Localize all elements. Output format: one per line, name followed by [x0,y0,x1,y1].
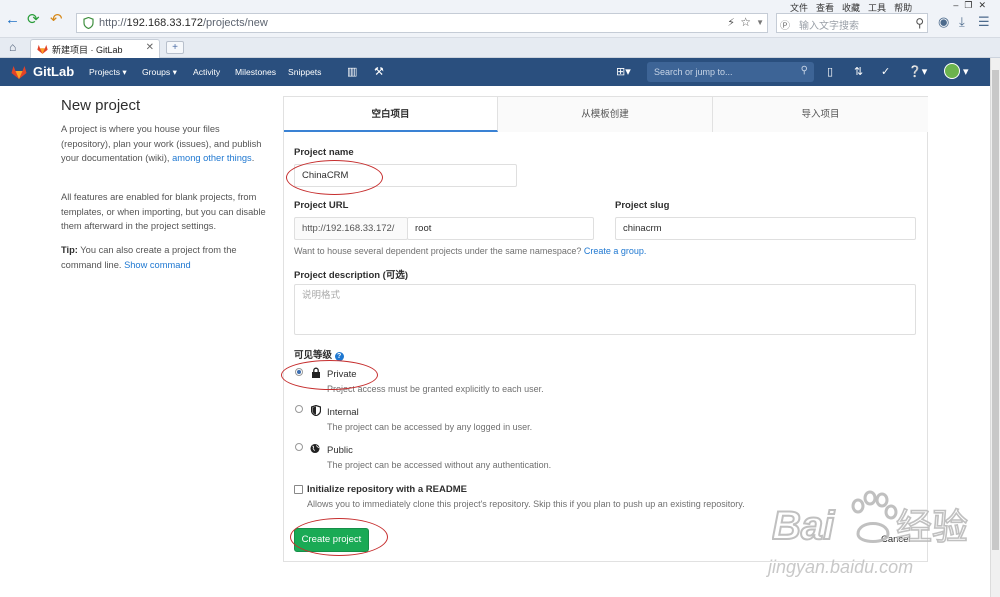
chevron-down-icon[interactable]: ▼ [756,18,764,27]
tab-blank-project[interactable]: 空白项目 [284,97,498,132]
star-icon[interactable]: ☆ [740,15,751,29]
undo-icon[interactable]: ↶ [50,12,63,27]
todo-icon[interactable]: ✓ [881,65,890,78]
project-name-label: Project name [294,147,354,158]
gitlab-favicon-icon [37,44,48,54]
window-controls[interactable]: –❐✕ [953,0,992,11]
shield-icon [83,17,94,29]
visibility-public-desc: The project can be accessed without any … [327,460,552,470]
visibility-public-label: Public [327,445,353,456]
project-url-label: Project URL [294,200,349,211]
readme-label: Initialize repository with a README [307,484,467,495]
new-tab-button[interactable]: + [166,41,184,54]
extension-icon[interactable]: ◉ [938,14,949,30]
url-text: http://192.168.33.172/projects/new [99,17,268,29]
scrollbar[interactable] [990,58,1000,597]
visibility-label: 可见等级 ? [294,347,344,361]
scroll-thumb[interactable] [992,70,999,550]
help-icon[interactable]: ❔▾ [908,65,927,78]
chevron-down-icon[interactable]: ▾ [963,65,969,78]
visibility-public-radio[interactable] [295,443,303,451]
intro-paragraph: A project is where you house your files … [61,124,262,163]
tab-title: 新建项目 · GitLab [52,45,123,55]
project-slug-label: Project slug [615,200,670,211]
lightning-icon[interactable]: ⚡︎ [727,16,735,29]
visibility-internal-label: Internal [327,407,359,418]
search-icon[interactable]: ⚲ [801,65,808,76]
gitlab-search-input[interactable]: Search or jump to... [654,67,733,77]
refresh-icon[interactable]: ⟳ [27,12,40,27]
close-icon[interactable]: ✕ [146,42,154,53]
menu-icon[interactable]: ☰ [978,14,990,30]
tip-paragraph: Tip: You can also create a project from … [61,245,237,270]
gitlab-logo-icon[interactable] [11,65,27,79]
help-icon[interactable]: ? [334,352,344,361]
lock-icon [312,367,320,378]
tab-import-project[interactable]: 导入项目 [713,97,928,132]
menu-item-help[interactable]: 帮助 [894,3,912,13]
address-bar[interactable]: http://192.168.33.172/projects/new ⚡︎ ☆ … [76,13,768,33]
namespace-hint: Want to house several dependent projects… [294,246,647,256]
restore-icon[interactable]: ❐ [964,0,978,10]
project-name-input[interactable]: ChinaCRM [294,164,517,187]
menu-item-view[interactable]: 查看 [816,3,834,13]
nav-groups[interactable]: Groups ▾ [142,67,177,78]
nav-snippets[interactable]: Snippets [288,67,321,77]
visibility-internal-desc: The project can be accessed by any logge… [327,422,533,432]
browser-search-input[interactable]: 输入文字搜索 [799,17,859,32]
menu-item-favorites[interactable]: 收藏 [842,3,860,13]
readme-desc: Allows you to immediately clone this pro… [307,499,745,509]
url-prefix: http://192.168.33.172/ [294,217,408,240]
nav-milestones[interactable]: Milestones [235,67,276,77]
wrench-icon[interactable]: ⚒ [374,65,384,78]
tab-from-template[interactable]: 从模板创建 [498,97,713,132]
search-engine-icon: Ⓟ [780,21,790,32]
gitlab-search[interactable]: Search or jump to... ⚲ [647,62,814,82]
visibility-private-desc: Project access must be granted explicitl… [327,384,544,394]
chart-icon[interactable]: ▥ [347,65,357,78]
form-panel [283,132,928,562]
home-icon[interactable]: ⌂ [9,40,16,54]
minimize-icon[interactable]: – [953,0,964,10]
cancel-button[interactable]: Cancel [881,534,911,545]
visibility-internal-radio[interactable] [295,405,303,413]
page-title: New project [61,97,141,114]
menu-item-file[interactable]: 文件 [790,3,808,13]
globe-icon [310,443,320,454]
close-window-icon[interactable]: ✕ [978,0,992,10]
shield-icon [311,405,321,416]
description-label: Project description (可选) [294,270,409,281]
browser-search-box[interactable]: Ⓟ 输入文字搜索 ⚲ [776,13,928,33]
gitlab-header: GitLab Projects ▾ Groups ▾ Activity Mile… [0,58,990,86]
nav-projects[interactable]: Projects ▾ [89,67,127,78]
readme-checkbox[interactable] [294,485,303,494]
tab-bar: ⌂ 新建项目 · GitLab ✕ + [0,38,1000,58]
visibility-private-radio[interactable] [295,368,303,376]
merge-request-icon[interactable]: ⇅ [854,65,863,78]
create-group-link[interactable]: Create a group. [584,246,647,256]
search-icon[interactable]: ⚲ [915,16,924,30]
description-textarea[interactable]: 说明格式 [294,284,916,335]
among-other-things-link[interactable]: among other things [172,153,252,163]
download-icon[interactable]: ⤓ [959,14,965,30]
project-slug-input[interactable]: chinacrm [615,217,916,240]
browser-tab[interactable]: 新建项目 · GitLab ✕ [30,39,160,58]
namespace-select[interactable]: root [407,217,594,240]
issues-icon[interactable]: ▯ [827,65,833,78]
features-paragraph: All features are enabled for blank proje… [61,192,266,231]
show-command-link[interactable]: Show command [124,260,191,270]
avatar[interactable] [944,63,960,79]
browser-toolbar: ← ⟳ ↶ http://192.168.33.172/projects/new… [0,0,1000,38]
gitlab-brand[interactable]: GitLab [33,64,74,79]
project-tabs: 空白项目 从模板创建 导入项目 [283,96,928,132]
back-arrow-icon[interactable]: ← [5,12,20,27]
create-project-button[interactable]: Create project [294,528,369,552]
visibility-private-label: Private [327,369,357,380]
plus-square-icon[interactable]: ⊞▾ [616,65,631,78]
nav-activity[interactable]: Activity [193,67,220,77]
menu-item-tools[interactable]: 工具 [868,3,886,13]
